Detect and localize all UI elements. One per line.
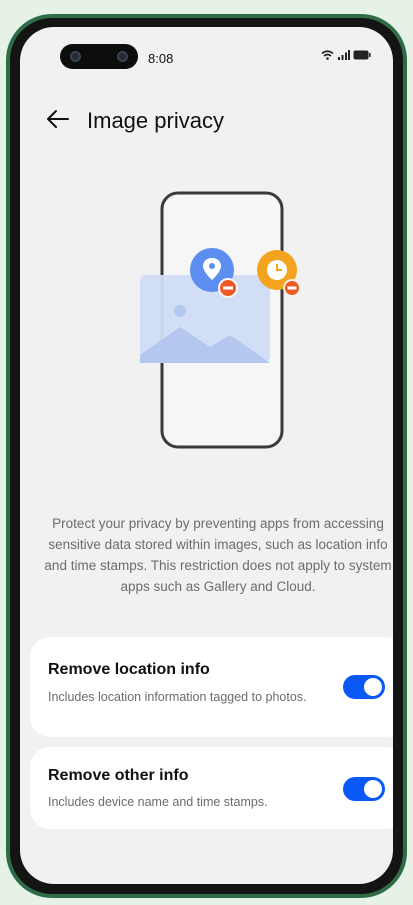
screen: 8:08 Image privacy Protect your privacy … bbox=[20, 27, 393, 884]
privacy-description: Protect your privacy by preventing apps … bbox=[44, 516, 392, 594]
back-arrow-icon bbox=[47, 110, 69, 128]
back-button[interactable] bbox=[42, 103, 74, 135]
remove-other-toggle[interactable] bbox=[343, 777, 385, 801]
front-camera-cutout bbox=[60, 44, 138, 69]
page-title: Image privacy bbox=[87, 108, 224, 133]
camera-lens-icon bbox=[70, 51, 81, 62]
remove-badge-icon bbox=[283, 279, 301, 297]
battery-icon bbox=[353, 50, 371, 60]
setting-card-location[interactable]: Remove location info Includes location i… bbox=[30, 637, 393, 737]
status-icons bbox=[321, 50, 371, 60]
remove-location-toggle[interactable] bbox=[343, 675, 385, 699]
toggle-knob bbox=[364, 780, 382, 798]
remove-badge-icon bbox=[218, 278, 238, 298]
status-time: 8:08 bbox=[148, 51, 174, 66]
wifi-icon bbox=[321, 50, 334, 60]
setting-subtitle: Includes location information tagged to … bbox=[48, 690, 307, 704]
signal-icon bbox=[338, 50, 350, 60]
phone-bezel: 8:08 Image privacy Protect your privacy … bbox=[10, 18, 403, 894]
setting-title: Remove location info bbox=[48, 661, 210, 678]
camera-lens-icon bbox=[117, 51, 128, 62]
setting-subtitle: Includes device name and time stamps. bbox=[48, 795, 268, 809]
phone-frame: 8:08 Image privacy Protect your privacy … bbox=[6, 14, 407, 898]
setting-title: Remove other info bbox=[48, 767, 189, 784]
toggle-knob bbox=[364, 678, 382, 696]
setting-card-other[interactable]: Remove other info Includes device name a… bbox=[30, 747, 393, 829]
privacy-illustration bbox=[140, 191, 301, 449]
